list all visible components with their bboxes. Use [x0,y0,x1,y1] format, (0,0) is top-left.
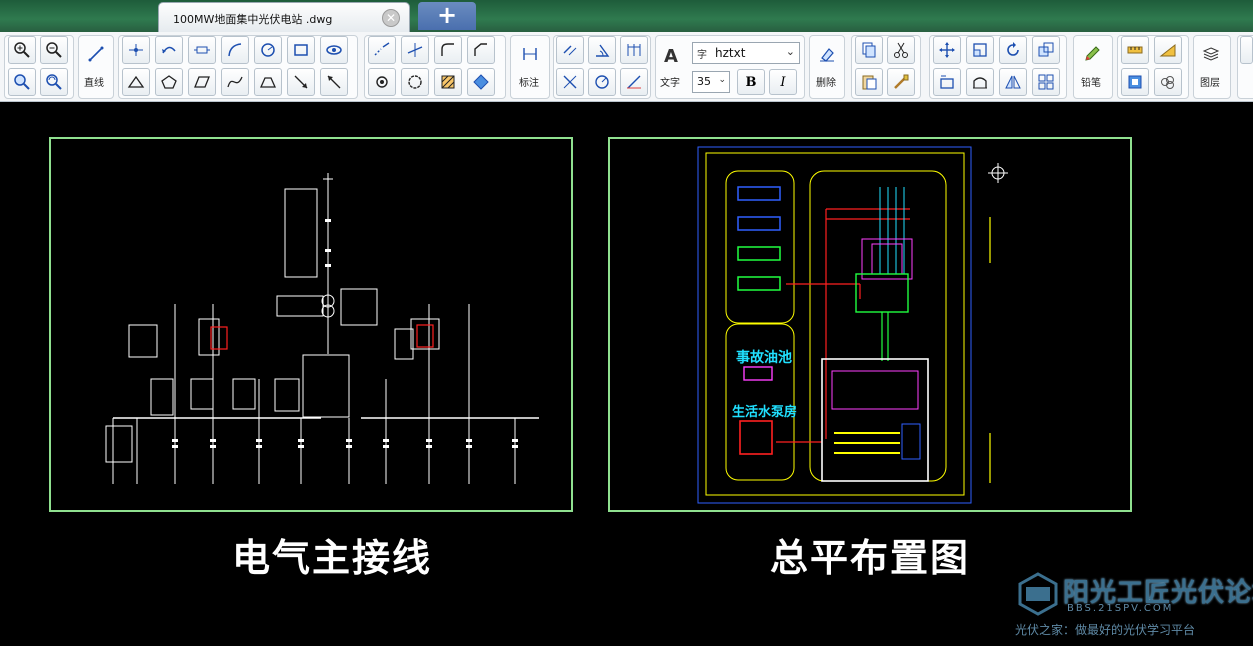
fillet-icon[interactable] [434,36,462,64]
parallelogram-icon[interactable] [188,68,216,96]
zoom-out-icon[interactable] [40,36,68,64]
cad-viewer-app: 100MW地面集中光伏电站 .dwg ✕ + 直线 标注 A 文字 字 hztx… [0,0,1253,646]
font-type-icon: 字 [697,50,707,61]
hatch-icon[interactable] [434,68,462,96]
circle-icon[interactable] [254,36,282,64]
watermark-slogan: 光伏之家：做最好的光伏学习平台 [1015,623,1196,637]
pencil-icon[interactable] [1078,40,1106,68]
layer-icon[interactable] [1197,40,1225,68]
align-icon[interactable] [933,68,961,96]
undo-arc-icon[interactable] [155,36,183,64]
text-icon[interactable]: A [664,46,678,67]
line-label: 直线 [84,78,104,89]
eraser-icon[interactable] [813,40,841,68]
zoom-realtime-icon[interactable] [40,68,68,96]
leader-icon[interactable] [620,68,648,96]
trapezoid-icon[interactable] [254,68,282,96]
zoom-window-icon[interactable] [8,68,36,96]
angle-icon[interactable] [588,36,616,64]
chevron-down-icon: ⌄ [718,75,726,85]
chevron-down-icon: ⌄ [785,45,795,58]
radius-icon[interactable] [588,68,616,96]
font-name-value: hztxt [715,46,746,60]
dimension-label: 标注 [519,78,539,89]
match-properties-icon[interactable] [887,68,915,96]
frame-general-layout[interactable]: 事故油池 生活水泵房 [608,137,1132,512]
area-icon[interactable] [1121,68,1149,96]
font-size-select[interactable]: 35 ⌄ [692,71,730,93]
single-line-diagram [105,173,539,484]
chamfer-icon[interactable] [467,36,495,64]
rectangle-icon[interactable] [287,36,315,64]
frame-electrical-main-wiring[interactable] [49,137,573,512]
accident-oil-pool-label: 事故油池 [736,350,792,366]
triangle-icon[interactable] [122,68,150,96]
mirror-icon[interactable] [999,68,1027,96]
drawing-canvas[interactable]: 事故油池 生活水泵房 电气主接线 总平布置图 [0,103,1253,646]
line-icon[interactable] [82,40,110,68]
bold-button[interactable]: B [737,69,765,95]
paste-icon[interactable] [855,68,883,96]
align-dimension-icon[interactable] [556,36,584,64]
scale-icon[interactable] [966,36,994,64]
stretch-icon[interactable] [188,36,216,64]
caption-general-layout: 总平布置图 [770,536,971,580]
polygon-circle-icon[interactable] [401,68,429,96]
pentagon-icon[interactable] [155,68,183,96]
tab-active-drawing[interactable]: 100MW地面集中光伏电站 .dwg ✕ [158,2,410,32]
zoom-in-icon[interactable] [8,36,36,64]
move-point-icon[interactable] [122,36,150,64]
delete-label: 删除 [816,78,836,89]
water-pump-house-label: 生活水泵房 [732,405,798,420]
rotate-icon[interactable] [999,36,1027,64]
cut-icon[interactable] [887,36,915,64]
watermark-url: BBS.21SPV.COM [1067,603,1174,614]
new-tab-button[interactable]: + [418,2,476,30]
toolbar: 直线 标注 A 文字 字 hztxt ⌄ 35 ⌄ B I 删除 铅笔 图层 [0,32,1253,102]
ordinate-icon[interactable] [556,68,584,96]
offset-icon[interactable] [1032,36,1060,64]
move-icon[interactable] [933,36,961,64]
tab-bar: 100MW地面集中光伏电站 .dwg ✕ + [0,0,1253,32]
measure-icon[interactable] [1121,36,1149,64]
close-icon[interactable]: ✕ [382,9,400,27]
italic-button[interactable]: I [769,69,797,95]
font-size-value: 35 [697,75,711,88]
break-icon[interactable] [368,36,396,64]
extend-icon[interactable] [966,68,994,96]
multi-dimension-icon[interactable] [620,36,648,64]
overflow-button[interactable] [1240,36,1253,64]
gear-icon[interactable] [368,68,396,96]
font-name-select[interactable]: 字 hztxt ⌄ [692,42,800,64]
site-layout-drawing [697,146,1008,504]
spline-icon[interactable] [221,68,249,96]
arrow-icon[interactable] [287,68,315,96]
dimension-icon[interactable] [516,40,544,68]
forum-logo-icon [1018,572,1058,616]
layer-label: 图层 [1200,78,1220,89]
eye-icon[interactable] [320,36,348,64]
copy-icon[interactable] [855,36,883,64]
trim-icon[interactable] [401,36,429,64]
arc-icon[interactable] [221,36,249,64]
angle-measure-icon[interactable] [1154,36,1182,64]
arrow-end-icon[interactable] [320,68,348,96]
text-label: 文字 [660,78,680,89]
caption-electrical-main-wiring: 电气主接线 [232,536,433,580]
fill-icon[interactable] [467,68,495,96]
array-icon[interactable] [1032,68,1060,96]
pencil-label: 铅笔 [1081,78,1101,89]
cloud-icon[interactable] [1154,68,1182,96]
tab-title: 100MW地面集中光伏电站 .dwg [173,13,333,26]
